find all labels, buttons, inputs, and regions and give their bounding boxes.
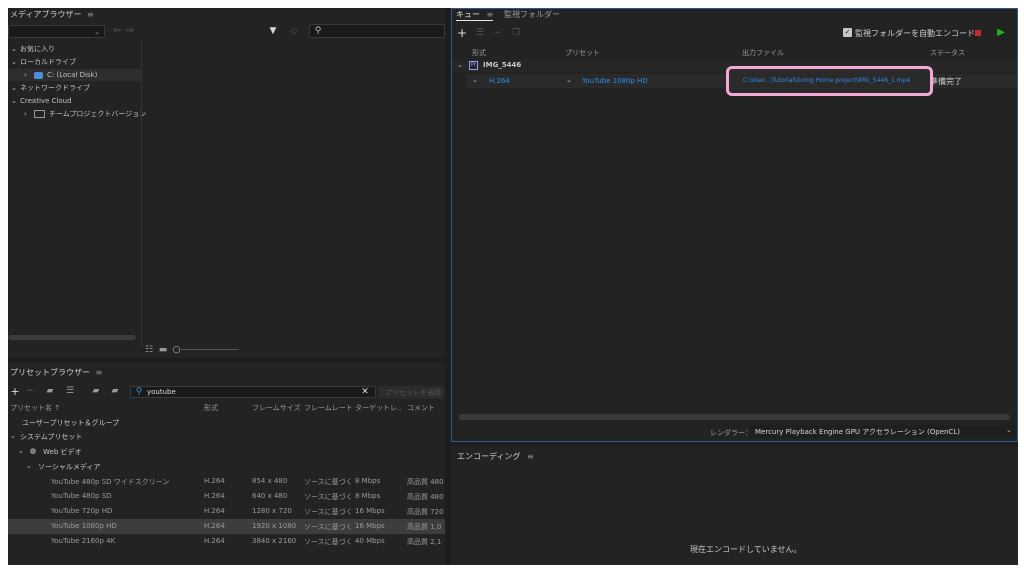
export-preset-icon[interactable]: ▰ [109,386,121,397]
remove-preset-icon[interactable]: − [25,386,35,397]
col-preset-name[interactable]: プリセット名 ↑ [10,403,60,413]
duplicate-icon[interactable]: ❐ [510,27,522,39]
clear-search-icon[interactable]: ✕ [360,386,370,398]
encoding-panel: エンコーディング ≡ 現在エンコードしていません。 [451,446,1018,565]
view-toggle-icon[interactable]: ◇ [288,25,300,38]
search-icon: ⚲ [314,25,322,36]
table-row[interactable]: YouTube 480p SD ワイドスクリーン H.264 854 x 480… [8,474,445,489]
drive-tree: ⌄ お気に入り ⌄ ローカルドライブ › C: (Local Disk) ⌄ ネ… [8,41,146,346]
table-row-selected[interactable]: YouTube 1080p HD H.264 1920 x 1080 ソースに基… [8,519,445,534]
queue-scrollbar[interactable] [459,414,1010,420]
chevron-down-icon: ⌄ [457,61,463,69]
col-frame-rate[interactable]: フレームレート [304,403,353,413]
table-row[interactable]: YouTube 480p SD H.264 640 x 480 ソースに基づく … [8,489,445,504]
output-format-link[interactable]: H.264 [489,77,510,85]
col-target-rate[interactable]: ターゲットレ.. [355,403,401,413]
tree-team-project[interactable]: › チームプロジェクトバージョン [8,108,146,120]
globe-icon: ◍ [30,447,37,455]
media-browser-title: メディアブラウザー ≡ [10,10,94,19]
tree-creative-cloud[interactable]: ⌄ Creative Cloud [8,95,72,107]
start-queue-button[interactable]: ▶ [996,27,1006,39]
search-icon: ⚲ [135,386,143,397]
col-queue-output[interactable]: 出力ファイル [742,48,784,58]
media-search-input[interactable]: ⚲ [309,24,445,38]
preset-table-header: プリセット名 ↑ 形式 フレームサイズ フレームレート ターゲットレ.. コメン… [8,402,445,414]
zoom-slider-track[interactable] [181,349,239,350]
back-arrow-icon[interactable]: ⇦ [111,25,123,38]
chevron-down-icon: ⌄ [94,27,100,36]
auto-encode-checkbox[interactable]: ✓ [843,28,852,37]
tab-queue[interactable]: キュー ≡ [456,9,494,21]
import-preset-icon[interactable]: ▰ [90,386,102,397]
panel-menu-icon[interactable]: ≡ [87,10,94,19]
tree-scrollbar[interactable] [8,335,136,340]
col-queue-preset[interactable]: プリセット [565,48,600,58]
col-queue-status[interactable]: ステータス [930,48,965,58]
new-group-icon[interactable]: ▰ [44,386,56,397]
chevron-down-icon: ⌄ [11,84,17,92]
location-dropdown[interactable]: ⌄ [8,25,105,38]
encoding-title: エンコーディング ≡ [457,452,534,461]
system-presets-group[interactable]: ⌄ システムプリセット [8,429,445,444]
output-file-highlight: C:\User...\Tutorial\Going Home project\I… [726,66,933,96]
preset-browser-panel: プリセットブラウザー ≡ + − ▰ ☰ ▰ ▰ ⚲ youtube ✕ プリセ… [8,362,445,565]
thumbnail-view-icon[interactable]: ▬ [158,345,168,355]
encoding-status-message: 現在エンコードしていません。 [690,545,802,554]
chevron-down-icon: ⌄ [11,58,17,66]
col-queue-format[interactable]: 形式 [472,48,486,58]
chevron-down-icon: ⌄ [1006,426,1012,434]
preset-browser-title: プリセットブラウザー ≡ [10,368,103,377]
table-row[interactable]: YouTube 720p HD H.264 1280 x 720 ソースに基づく… [8,504,445,519]
settings-sliders-icon[interactable]: ☰ [474,27,486,39]
chevron-down-icon: ⌄ [26,462,32,470]
chevron-down-icon[interactable]: ⌄ [566,76,572,84]
chevron-right-icon: › [24,71,27,79]
panel-menu-icon[interactable]: ≡ [487,10,494,19]
remove-icon[interactable]: − [493,27,503,39]
tree-c-drive[interactable]: › C: (Local Disk) [8,69,141,81]
filter-icon[interactable]: ▼ [267,25,279,38]
social-media-group[interactable]: ⌄ ソーシャルメディア [8,459,445,474]
add-source-icon[interactable]: + [457,27,467,39]
apply-preset-button[interactable]: プリセットを適用 [378,386,444,399]
panel-menu-icon[interactable]: ≡ [527,452,534,461]
queue-panel: キュー ≡ 監視フォルダー + ☰ − ❐ ✓ 監視フォルダーを自動エンコード … [451,8,1018,442]
tree-divider[interactable] [141,41,142,346]
list-view-icon[interactable]: ☷ [144,345,154,355]
output-file-link[interactable]: C:\User...\Tutorial\Going Home project\I… [743,77,910,84]
col-format[interactable]: 形式 [204,403,218,413]
chevron-down-icon: ⌄ [18,447,24,455]
chevron-down-icon: ⌄ [11,97,17,105]
chevron-down-icon: ⌄ [11,45,17,53]
chevron-down-icon[interactable]: ⌄ [472,76,478,84]
auto-encode-label: 監視フォルダーを自動エンコード [855,29,975,38]
media-browser-panel: メディアブラウザー ≡ ⌄ ⇦ ⇨ ▼ ◇ ⚲ ⌄ お気に入り ⌄ ローカルドラ… [8,8,445,358]
premiere-badge-icon: Pr [469,61,478,70]
tree-favorites[interactable]: ⌄ お気に入り [8,43,55,55]
forward-arrow-icon[interactable]: ⇨ [124,25,136,38]
preset-search-input[interactable]: ⚲ youtube [130,386,376,398]
panel-menu-icon[interactable]: ≡ [96,368,103,377]
tree-network-drives[interactable]: ⌄ ネットワークドライブ [8,82,90,94]
table-row[interactable]: YouTube 2160p 4K H.264 3840 x 2160 ソースに基… [8,534,445,549]
col-frame-size[interactable]: フレームサイズ [252,403,301,413]
renderer-label: レンダラー： [710,429,752,437]
stop-button[interactable] [975,30,981,36]
output-status: 準備完了 [930,77,962,86]
tab-watch-folders[interactable]: 監視フォルダー [504,9,560,20]
preset-settings-icon[interactable]: ☰ [64,386,76,397]
zoom-slider-handle[interactable]: ○ [172,345,181,355]
add-preset-icon[interactable]: + [10,386,20,397]
tree-local-drives[interactable]: ⌄ ローカルドライブ [8,56,76,68]
chevron-down-icon: ⌄ [10,432,16,440]
output-preset-link[interactable]: YouTube 1080p HD [582,77,648,85]
media-encoder-window: メディアブラウザー ≡ ⌄ ⇦ ⇨ ▼ ◇ ⚲ ⌄ お気に入り ⌄ ローカルドラ… [8,8,1018,565]
chevron-right-icon: › [24,110,27,118]
user-presets-group[interactable]: ユーザープリセット＆グループ [8,415,445,430]
web-video-group[interactable]: ⌄ ◍ Web ビデオ [8,444,445,459]
drive-icon [34,71,43,79]
renderer-dropdown[interactable]: Mercury Playback Engine GPU アクセラレーション (O… [750,425,1016,438]
col-comment[interactable]: コメント [407,403,435,413]
team-project-icon [34,110,45,118]
